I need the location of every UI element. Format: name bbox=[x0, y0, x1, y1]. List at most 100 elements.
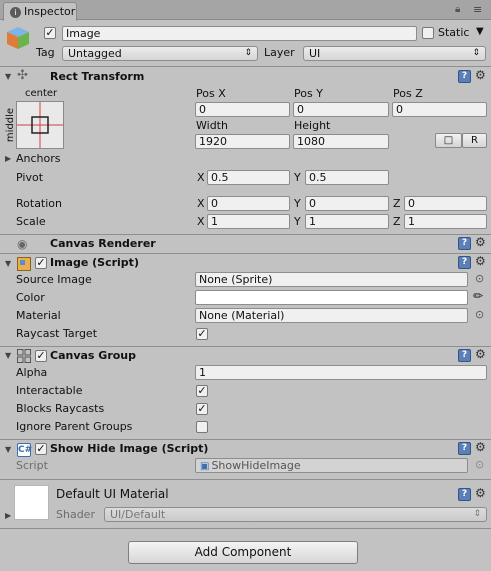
raw-edit-button[interactable]: R bbox=[462, 133, 487, 148]
gear-icon[interactable]: ⚙ bbox=[475, 236, 486, 249]
height-label: Height bbox=[294, 119, 331, 132]
static-dropdown-arrow[interactable]: ▼ bbox=[476, 25, 484, 39]
help-book-icon[interactable]: ? bbox=[458, 442, 471, 455]
pivot-y-label: Y bbox=[294, 171, 301, 184]
ignore-parent-groups-checkbox[interactable] bbox=[196, 421, 208, 433]
alpha-label: Alpha bbox=[16, 366, 48, 379]
rot-x-field[interactable]: 0 bbox=[207, 196, 290, 211]
static-checkbox[interactable] bbox=[422, 27, 434, 39]
rect-transform-icon: ✣ bbox=[17, 68, 28, 83]
script-icon: C# bbox=[17, 443, 33, 457]
pivot-y-field[interactable]: 0.5 bbox=[305, 170, 389, 185]
gear-icon[interactable]: ⚙ bbox=[475, 255, 486, 268]
divider bbox=[0, 253, 491, 254]
color-field[interactable] bbox=[195, 290, 468, 305]
tab-title: Inspector bbox=[24, 5, 76, 18]
blocks-raycasts-label: Blocks Raycasts bbox=[16, 402, 105, 415]
help-book-icon[interactable]: ? bbox=[458, 256, 471, 269]
source-image-field[interactable]: None (Sprite) bbox=[195, 272, 468, 287]
name-field[interactable]: Image bbox=[62, 26, 417, 41]
object-picker-icon[interactable]: ⊙ bbox=[475, 273, 484, 285]
help-book-icon[interactable]: ? bbox=[458, 237, 471, 250]
alpha-field[interactable]: 1 bbox=[195, 365, 487, 380]
scale-z-label: Z bbox=[393, 215, 401, 228]
help-book-icon[interactable]: ? bbox=[458, 488, 471, 501]
raycast-target-label: Raycast Target bbox=[16, 327, 98, 340]
pivot-x-field[interactable]: 0.5 bbox=[207, 170, 290, 185]
posy-field[interactable]: 0 bbox=[293, 102, 389, 117]
foldout-icon[interactable]: ▼ bbox=[5, 71, 11, 83]
material-label: Material bbox=[16, 309, 61, 322]
eyedropper-icon[interactable]: ✏ bbox=[473, 289, 483, 303]
divider bbox=[0, 479, 491, 480]
add-component-button[interactable]: Add Component bbox=[128, 541, 358, 564]
gear-icon[interactable]: ⚙ bbox=[475, 69, 486, 82]
anchor-preset-button[interactable] bbox=[16, 101, 64, 149]
posz-field[interactable]: 0 bbox=[392, 102, 487, 117]
canvas-renderer-icon: ◉ bbox=[17, 237, 28, 251]
anchors-foldout-icon[interactable]: ▶ bbox=[5, 153, 11, 165]
rot-x-label: X bbox=[197, 197, 205, 210]
scale-x-label: X bbox=[197, 215, 205, 228]
foldout-icon[interactable]: ▼ bbox=[5, 258, 11, 270]
raw-edit-label: R bbox=[471, 135, 478, 146]
width-field[interactable]: 1920 bbox=[195, 134, 290, 149]
posx-field[interactable]: 0 bbox=[195, 102, 290, 117]
image-enabled-checkbox[interactable]: ✓ bbox=[35, 257, 47, 269]
divider bbox=[0, 66, 491, 67]
menu-icon[interactable]: ≡ bbox=[473, 3, 482, 17]
scale-y-field[interactable]: 1 bbox=[305, 214, 389, 229]
gear-icon[interactable]: ⚙ bbox=[475, 441, 486, 454]
help-book-icon[interactable]: ? bbox=[458, 349, 471, 362]
height-field[interactable]: 1080 bbox=[293, 134, 389, 149]
active-checkbox[interactable]: ✓ bbox=[44, 27, 56, 39]
tab-strip: i Inspector 🔒︎ ≡ bbox=[0, 0, 491, 21]
object-picker-icon: ⊙ bbox=[475, 458, 485, 471]
scale-y-label: Y bbox=[294, 215, 301, 228]
rot-y-field[interactable]: 0 bbox=[305, 196, 389, 211]
divider bbox=[0, 234, 491, 235]
material-field[interactable]: None (Material) bbox=[195, 308, 468, 323]
color-label: Color bbox=[16, 291, 45, 304]
ignore-parent-groups-label: Ignore Parent Groups bbox=[16, 420, 133, 433]
info-icon: i bbox=[10, 7, 21, 18]
script-file-icon: ▣ bbox=[200, 461, 210, 472]
gear-icon[interactable]: ⚙ bbox=[475, 487, 486, 500]
lock-icon[interactable]: 🔒︎ bbox=[455, 3, 460, 17]
foldout-icon[interactable]: ▼ bbox=[5, 350, 11, 362]
interactable-label: Interactable bbox=[16, 384, 83, 397]
rot-z-field[interactable]: 0 bbox=[404, 196, 487, 211]
blocks-raycasts-checkbox[interactable]: ✓ bbox=[196, 403, 208, 415]
canvas-group-icon bbox=[17, 349, 31, 363]
chevron-icon: ⇕ bbox=[472, 48, 480, 58]
posy-label: Pos Y bbox=[294, 87, 323, 100]
canvas-group-title: Canvas Group bbox=[50, 349, 137, 362]
gameobject-icon bbox=[5, 25, 31, 51]
scale-x-field[interactable]: 1 bbox=[207, 214, 290, 229]
show-hide-enabled-checkbox[interactable]: ✓ bbox=[35, 443, 47, 455]
gear-icon[interactable]: ⚙ bbox=[475, 348, 486, 361]
help-book-icon[interactable]: ? bbox=[458, 70, 471, 83]
foldout-icon[interactable]: ▼ bbox=[5, 444, 11, 456]
tag-value: Untagged bbox=[68, 47, 122, 60]
chevron-icon: ⇕ bbox=[244, 48, 252, 58]
script-value: ShowHideImage bbox=[211, 459, 301, 472]
posx-label: Pos X bbox=[196, 87, 226, 100]
divider bbox=[0, 439, 491, 440]
inspector-tab[interactable]: i Inspector bbox=[3, 2, 77, 21]
tag-dropdown[interactable]: Untagged ⇕ bbox=[62, 46, 258, 61]
material-foldout-icon[interactable]: ▶ bbox=[5, 510, 11, 522]
canvas-group-enabled-checkbox[interactable]: ✓ bbox=[35, 350, 47, 362]
interactable-checkbox[interactable]: ✓ bbox=[196, 385, 208, 397]
script-label: Script bbox=[16, 459, 48, 472]
blueprint-mode-button[interactable]: □ bbox=[435, 133, 462, 148]
anchor-h-label: center bbox=[25, 88, 58, 99]
scale-z-field[interactable]: 1 bbox=[404, 214, 487, 229]
script-field: ▣ ShowHideImage bbox=[195, 458, 468, 473]
layer-dropdown[interactable]: UI ⇕ bbox=[303, 46, 486, 61]
shader-value: UI/Default bbox=[110, 508, 166, 521]
anchors-label: Anchors bbox=[16, 152, 61, 165]
object-picker-icon[interactable]: ⊙ bbox=[475, 309, 484, 321]
static-label: Static bbox=[438, 26, 470, 39]
raycast-target-checkbox[interactable]: ✓ bbox=[196, 328, 208, 340]
